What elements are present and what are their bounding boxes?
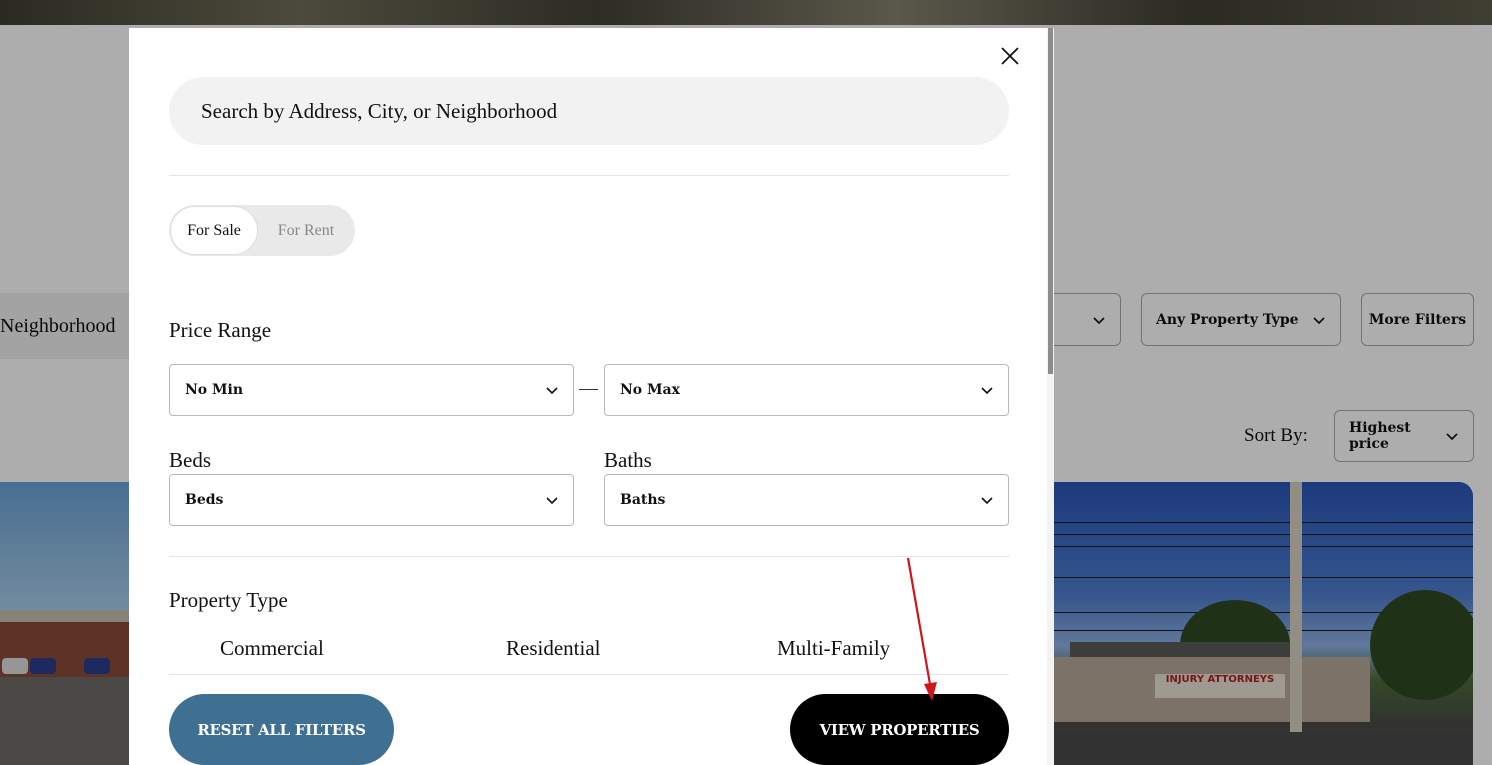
- toggle-for-rent[interactable]: For Rent: [258, 206, 354, 255]
- close-button[interactable]: [996, 42, 1024, 70]
- price-max-value: No Max: [620, 382, 680, 398]
- beds-value: Beds: [185, 492, 224, 508]
- modal-scrollbar-thumb[interactable]: [1048, 28, 1053, 374]
- price-range-label: Price Range: [169, 318, 272, 342]
- beds-select[interactable]: Beds: [169, 474, 574, 526]
- baths-select[interactable]: Baths: [604, 474, 1009, 526]
- toggle-for-sale[interactable]: For Sale: [170, 206, 258, 255]
- range-dash: [579, 389, 598, 390]
- divider: [169, 556, 1009, 557]
- property-type-multi-family[interactable]: Multi-Family: [777, 636, 890, 661]
- chevron-down-icon: [545, 383, 559, 397]
- price-max-select[interactable]: No Max: [604, 364, 1009, 416]
- chevron-down-icon: [545, 493, 559, 507]
- property-type-commercial[interactable]: Commercial: [220, 636, 324, 661]
- close-icon: [1001, 47, 1019, 65]
- price-min-value: No Min: [185, 382, 244, 398]
- chevron-down-icon: [980, 493, 994, 507]
- divider: [169, 175, 1009, 176]
- search-input[interactable]: [169, 77, 1009, 145]
- chevron-down-icon: [980, 383, 994, 397]
- baths-value: Baths: [620, 492, 666, 508]
- view-properties-button[interactable]: VIEW PROPERTIES: [790, 694, 1009, 765]
- property-type-label: Property Type: [169, 588, 288, 612]
- hero-image-strip: [0, 0, 1492, 25]
- baths-label: Baths: [604, 448, 652, 472]
- property-type-residential[interactable]: Residential: [506, 636, 600, 661]
- divider: [169, 674, 1009, 675]
- price-min-select[interactable]: No Min: [169, 364, 574, 416]
- reset-all-filters-button[interactable]: RESET ALL FILTERS: [169, 694, 394, 765]
- beds-label: Beds: [169, 448, 211, 472]
- listing-type-toggle[interactable]: For Sale For Rent: [169, 205, 355, 256]
